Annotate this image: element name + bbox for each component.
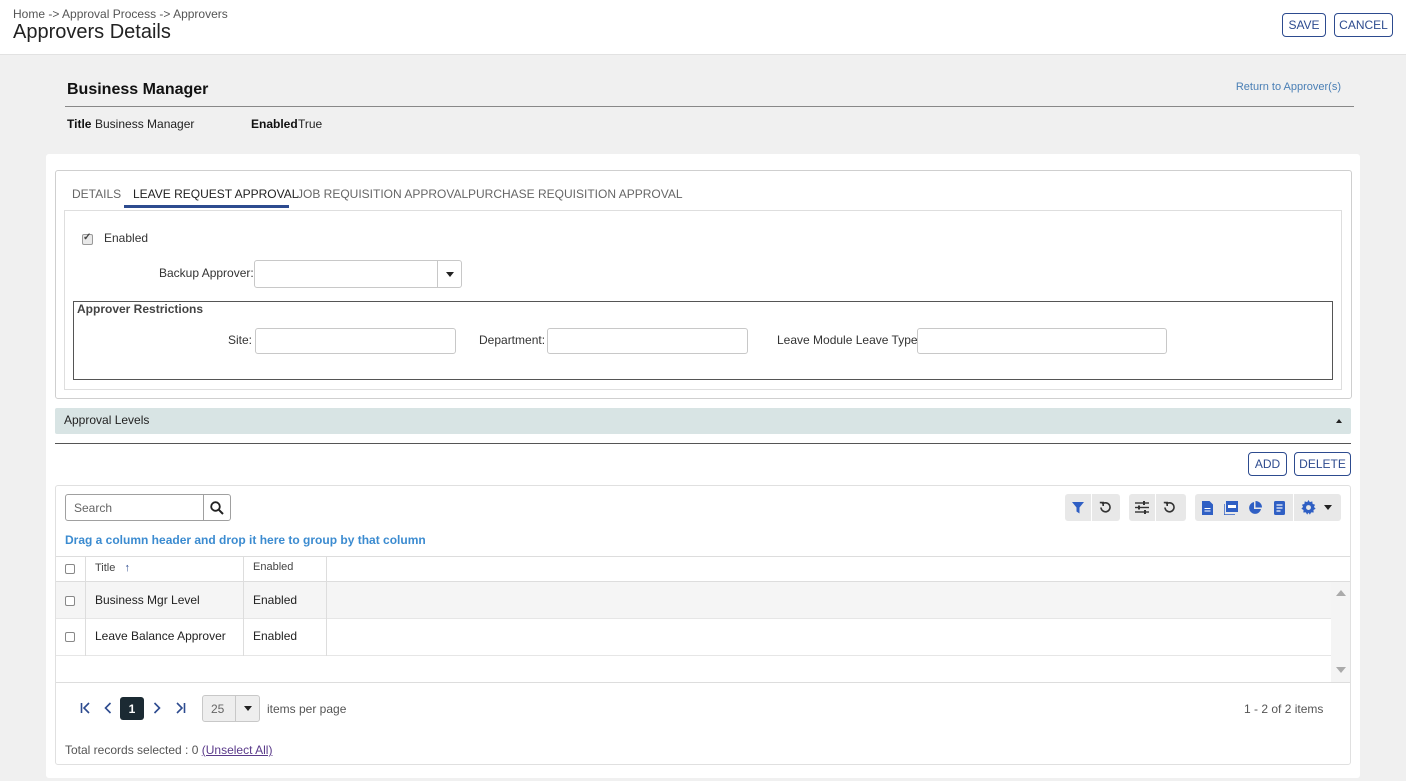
reset-icon[interactable] bbox=[1092, 494, 1118, 521]
enabled-checkbox[interactable] bbox=[82, 232, 93, 245]
leave-type-input[interactable] bbox=[917, 328, 1167, 354]
select-all-checkbox[interactable] bbox=[65, 564, 75, 574]
backup-approver-label: Backup Approver: bbox=[159, 266, 254, 280]
page-size-value: 25 bbox=[211, 702, 225, 716]
top-bar: Home -> Approval Process -> Approvers Ap… bbox=[0, 0, 1406, 55]
grid-header bbox=[56, 556, 1350, 582]
first-page-icon bbox=[80, 702, 90, 714]
scroll-up-icon[interactable] bbox=[1336, 590, 1346, 596]
row-checkbox[interactable] bbox=[65, 632, 75, 642]
prev-page-button[interactable] bbox=[98, 698, 118, 718]
column-settings-icon[interactable] bbox=[1129, 494, 1155, 521]
tab-details[interactable]: DETAILS bbox=[72, 187, 121, 201]
items-per-page-label: items per page bbox=[267, 702, 347, 716]
table-row[interactable]: Business Mgr Level Enabled bbox=[56, 582, 1331, 619]
excel-export-icon[interactable] bbox=[1195, 494, 1219, 521]
gear-icon bbox=[1300, 500, 1316, 515]
scroll-down-icon[interactable] bbox=[1336, 667, 1346, 673]
search-box bbox=[65, 494, 231, 521]
export-toolbar bbox=[1195, 494, 1341, 521]
column-toolbar bbox=[1129, 494, 1186, 521]
chevron-right-icon bbox=[153, 702, 161, 714]
active-tab-indicator bbox=[124, 205, 289, 208]
page-title: Approvers Details bbox=[13, 21, 171, 43]
last-page-button[interactable] bbox=[170, 698, 190, 718]
selection-footer: Total records selected : 0 (Unselect All… bbox=[65, 743, 272, 757]
enabled-field-value: True bbox=[298, 117, 323, 131]
delete-button[interactable]: DELETE bbox=[1294, 452, 1351, 476]
reset-icon[interactable] bbox=[1156, 494, 1182, 521]
department-label: Department: bbox=[479, 333, 546, 347]
pager-summary: 1 - 2 of 2 items bbox=[1244, 702, 1324, 716]
filter-toolbar bbox=[1065, 494, 1120, 521]
page-size-select[interactable]: 25 bbox=[202, 695, 260, 722]
row-title: Business Mgr Level bbox=[95, 593, 200, 607]
site-input[interactable] bbox=[255, 328, 456, 354]
divider bbox=[55, 443, 1351, 444]
department-input[interactable] bbox=[547, 328, 748, 354]
selected-count-text: Total records selected : 0 bbox=[65, 743, 199, 757]
tab-job-requisition-approval[interactable]: JOB REQUISITION APPROVAL bbox=[297, 187, 468, 201]
save-button[interactable]: SAVE bbox=[1282, 13, 1326, 37]
divider bbox=[65, 106, 1354, 107]
title-field-label: Title bbox=[67, 117, 92, 131]
grid-bottom-border bbox=[56, 682, 1350, 683]
add-button[interactable]: ADD bbox=[1248, 452, 1287, 476]
search-input[interactable] bbox=[66, 495, 204, 520]
row-title: Leave Balance Approver bbox=[95, 629, 226, 643]
column-header-enabled[interactable]: Enabled bbox=[253, 561, 293, 573]
row-checkbox[interactable] bbox=[65, 596, 75, 606]
backup-approver-dropdown[interactable] bbox=[254, 260, 462, 288]
approver-restrictions-legend: Approver Restrictions bbox=[77, 302, 204, 316]
approval-levels-title: Approval Levels bbox=[64, 413, 150, 427]
breadcrumb[interactable]: Home -> Approval Process -> Approvers bbox=[13, 7, 228, 21]
report-icon[interactable] bbox=[1267, 494, 1291, 521]
search-icon bbox=[210, 500, 224, 515]
column-divider bbox=[85, 556, 86, 656]
next-page-button[interactable] bbox=[147, 698, 167, 718]
tab-leave-request-approval[interactable]: LEAVE REQUEST APPROVAL bbox=[133, 187, 298, 201]
enabled-field-label: Enabled bbox=[251, 117, 298, 131]
return-to-approvers-link[interactable]: Return to Approver(s) bbox=[1236, 81, 1341, 93]
column-header-title[interactable]: Title ↑ bbox=[95, 562, 130, 574]
search-button[interactable] bbox=[203, 495, 230, 520]
chevron-down-icon[interactable] bbox=[235, 696, 259, 721]
collapse-icon[interactable] bbox=[1336, 419, 1342, 423]
row-enabled: Enabled bbox=[253, 629, 298, 643]
site-label: Site: bbox=[228, 333, 253, 347]
column-divider bbox=[243, 556, 244, 656]
record-title: Business Manager bbox=[67, 81, 209, 98]
column-divider bbox=[326, 556, 327, 656]
filter-icon[interactable] bbox=[1065, 494, 1091, 521]
unselect-all-link[interactable]: (Unselect All) bbox=[202, 743, 273, 757]
approval-levels-header[interactable] bbox=[55, 408, 1351, 434]
row-enabled: Enabled bbox=[253, 593, 298, 607]
pdf-export-icon[interactable] bbox=[1219, 494, 1243, 521]
last-page-icon bbox=[176, 702, 186, 714]
leave-type-label: Leave Module Leave Type: bbox=[777, 333, 921, 347]
chevron-down-icon bbox=[1323, 505, 1332, 510]
current-page[interactable]: 1 bbox=[120, 697, 144, 720]
cancel-button[interactable]: CANCEL bbox=[1334, 13, 1393, 37]
chevron-down-icon[interactable] bbox=[437, 261, 461, 287]
first-page-button[interactable] bbox=[76, 698, 96, 718]
tab-purchase-requisition-approval[interactable]: PURCHASE REQUISITION APPROVAL bbox=[468, 187, 683, 201]
enabled-checkbox-label: Enabled bbox=[104, 231, 149, 245]
table-row[interactable]: Leave Balance Approver Enabled bbox=[56, 619, 1331, 656]
sort-asc-icon: ↑ bbox=[124, 562, 130, 574]
chevron-left-icon bbox=[104, 702, 112, 714]
settings-menu[interactable] bbox=[1294, 494, 1338, 521]
chart-icon[interactable] bbox=[1243, 494, 1267, 521]
group-by-hint: Drag a column header and drop it here to… bbox=[65, 533, 426, 547]
title-field-value: Business Manager bbox=[95, 117, 195, 131]
